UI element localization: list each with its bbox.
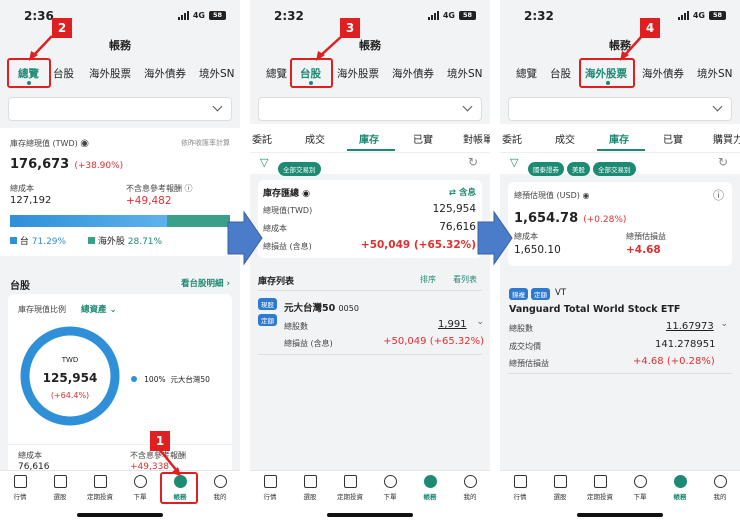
callout-pointer [32, 35, 53, 57]
highlight-box-tw-stock [290, 58, 333, 88]
step-badge-2: 2 [52, 18, 72, 38]
callout-pointer [319, 35, 343, 57]
step-badge-3: 3 [340, 18, 360, 38]
highlight-box-overseas-stock [579, 58, 635, 88]
step-badge-1: 1 [150, 431, 170, 451]
highlight-box-account-nav [160, 472, 198, 504]
callout-pointer [623, 35, 643, 57]
step-badge-4: 4 [640, 18, 660, 38]
highlight-box-overview [7, 58, 51, 88]
callout-pointer [159, 449, 178, 472]
flow-arrow-icon [477, 210, 513, 266]
flow-arrow-icon [227, 210, 263, 266]
